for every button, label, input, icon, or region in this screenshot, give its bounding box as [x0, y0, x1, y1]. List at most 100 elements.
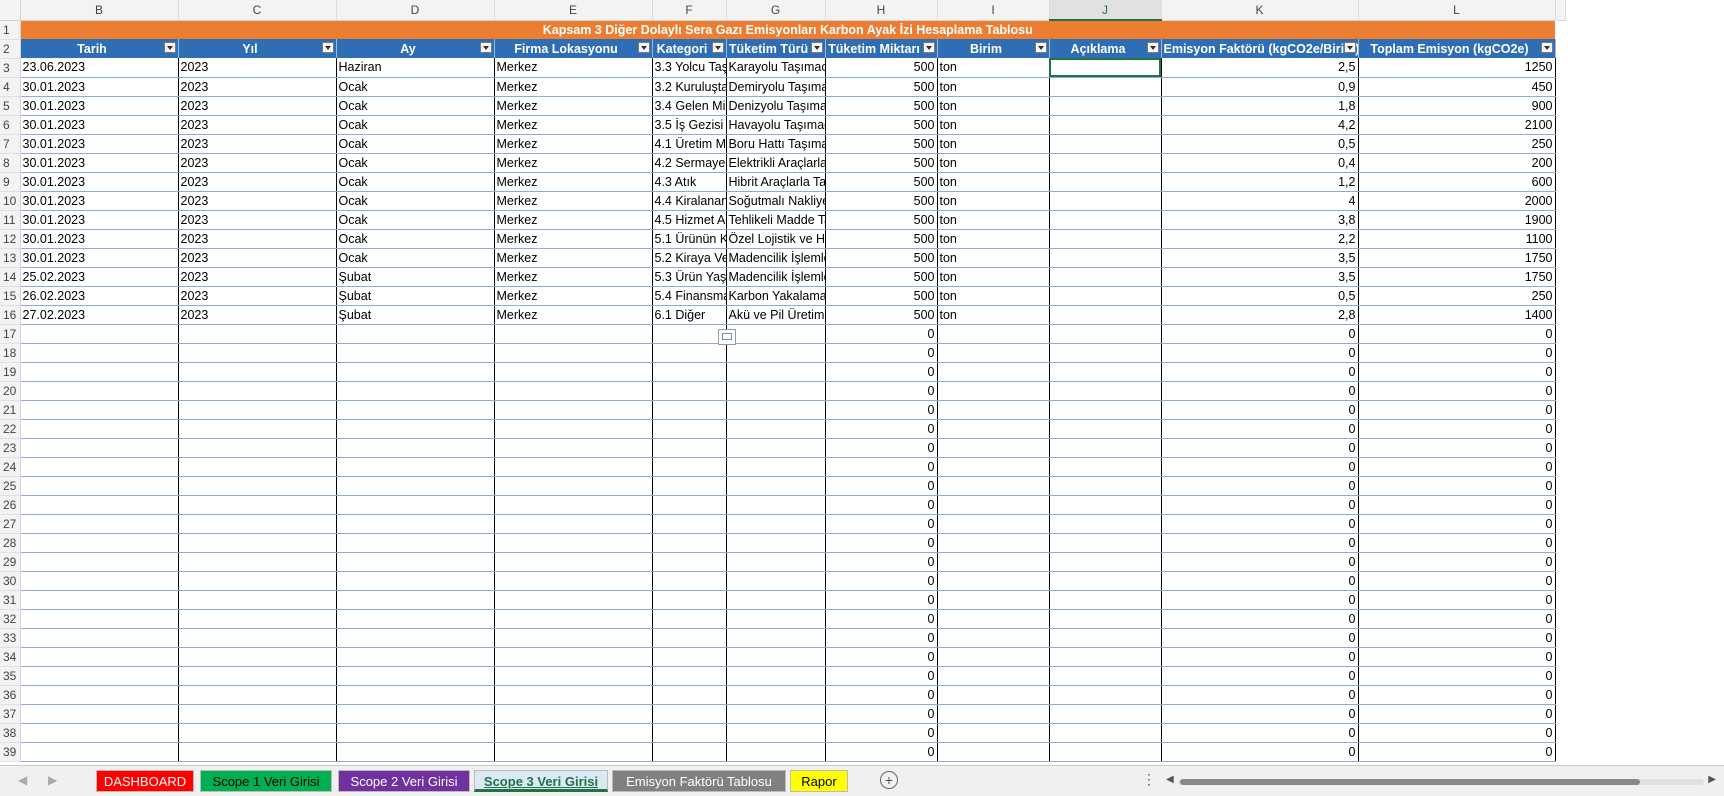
table-cell[interactable] [937, 457, 1050, 477]
table-cell[interactable] [937, 343, 1050, 363]
table-cell[interactable]: 2100 [1358, 115, 1556, 135]
table-cell[interactable]: 30.01.2023 [20, 191, 179, 211]
table-header-cell[interactable]: Açıklama [1049, 39, 1162, 58]
table-cell[interactable] [652, 609, 727, 629]
row-header[interactable]: 7 [0, 134, 21, 154]
table-cell[interactable] [494, 647, 653, 667]
table-cell[interactable]: 5.4 Finansman [652, 286, 727, 306]
table-cell[interactable] [652, 362, 727, 382]
table-cell[interactable] [937, 628, 1050, 648]
row-header[interactable]: 6 [0, 115, 21, 135]
table-cell[interactable]: 0 [1358, 647, 1556, 667]
table-cell[interactable] [336, 666, 495, 686]
table-cell[interactable] [1049, 77, 1162, 97]
row-header[interactable]: 32 [0, 609, 21, 629]
table-cell[interactable] [1049, 248, 1162, 268]
row-header[interactable]: 33 [0, 628, 21, 648]
table-cell[interactable]: 4.1 Üretim Malzemeleri [652, 134, 727, 154]
table-cell[interactable] [1049, 191, 1162, 211]
table-cell[interactable]: Ocak [336, 248, 495, 268]
table-cell[interactable]: 0 [825, 362, 938, 382]
table-cell[interactable]: 4 [1161, 191, 1359, 211]
table-cell[interactable]: 0 [1161, 381, 1359, 401]
table-cell[interactable]: 2,5 [1161, 58, 1359, 78]
table-cell[interactable] [336, 476, 495, 496]
table-cell[interactable] [494, 742, 653, 762]
ellipsis-icon[interactable]: ⋮ [1142, 771, 1156, 788]
row-header[interactable]: 19 [0, 362, 21, 382]
table-cell[interactable]: 3,8 [1161, 210, 1359, 230]
table-cell[interactable] [1049, 58, 1162, 78]
table-cell[interactable]: Tehlikeli Madde Taşımacılığı [726, 210, 826, 230]
table-cell[interactable]: 30.01.2023 [20, 134, 179, 154]
table-cell[interactable]: 0 [1161, 419, 1359, 439]
table-cell[interactable]: 1,2 [1161, 172, 1359, 192]
table-cell[interactable]: ton [937, 286, 1050, 306]
table-cell[interactable]: 0 [1358, 704, 1556, 724]
row-header[interactable]: 27 [0, 514, 21, 534]
table-cell[interactable]: 0 [825, 704, 938, 724]
table-cell[interactable]: 0 [1161, 571, 1359, 591]
table-cell[interactable]: 3,5 [1161, 248, 1359, 268]
table-cell[interactable] [494, 533, 653, 553]
sheet-tab-scope-2-veri-girisi[interactable]: Scope 2 Veri Girisi [338, 770, 470, 792]
table-cell[interactable] [726, 495, 826, 515]
table-cell[interactable] [336, 381, 495, 401]
table-cell[interactable] [178, 742, 337, 762]
table-cell[interactable]: 0 [1161, 324, 1359, 344]
table-cell[interactable] [20, 476, 179, 496]
row-header[interactable]: 16 [0, 305, 21, 325]
table-cell[interactable] [1049, 533, 1162, 553]
table-cell[interactable]: 0 [825, 457, 938, 477]
row-header[interactable]: 4 [0, 77, 21, 97]
column-header-e[interactable]: E [494, 0, 653, 21]
table-cell[interactable] [652, 704, 727, 724]
table-cell[interactable] [937, 476, 1050, 496]
table-cell[interactable]: 0 [1161, 495, 1359, 515]
table-cell[interactable]: ton [937, 229, 1050, 249]
table-cell[interactable]: 500 [825, 286, 938, 306]
table-header-cell[interactable]: Toplam Emisyon (kgCO2e) [1358, 39, 1556, 58]
table-cell[interactable] [20, 552, 179, 572]
column-header-j[interactable]: J [1049, 0, 1162, 21]
row-header[interactable]: 31 [0, 590, 21, 610]
table-cell[interactable]: 0 [1161, 533, 1359, 553]
sheet-tab-rapor[interactable]: Rapor [790, 770, 848, 792]
table-cell[interactable] [336, 362, 495, 382]
table-cell[interactable] [494, 324, 653, 344]
table-cell[interactable] [20, 533, 179, 553]
table-cell[interactable]: 500 [825, 115, 938, 135]
table-cell[interactable]: Merkez [494, 229, 653, 249]
table-cell[interactable]: 2023 [178, 153, 337, 173]
column-header-g[interactable]: G [726, 0, 826, 21]
table-cell[interactable] [20, 571, 179, 591]
table-cell[interactable]: 500 [825, 96, 938, 116]
select-all-corner[interactable] [0, 0, 21, 21]
table-cell[interactable]: 0 [1161, 552, 1359, 572]
row-header[interactable]: 9 [0, 172, 21, 192]
table-cell[interactable] [178, 495, 337, 515]
table-cell[interactable] [726, 590, 826, 610]
filter-dropdown-icon[interactable] [922, 42, 935, 53]
table-cell[interactable]: 2023 [178, 96, 337, 116]
column-header-next[interactable] [1555, 0, 1566, 21]
table-cell[interactable] [178, 590, 337, 610]
table-cell[interactable]: 2023 [178, 305, 337, 325]
table-cell[interactable]: 0 [1161, 704, 1359, 724]
table-cell[interactable]: 0 [825, 381, 938, 401]
table-cell[interactable]: Merkez [494, 305, 653, 325]
horizontal-scrollbar[interactable]: ◀ ▶ [1166, 774, 1716, 788]
table-cell[interactable] [1049, 647, 1162, 667]
table-cell[interactable] [494, 571, 653, 591]
table-cell[interactable]: 2023 [178, 172, 337, 192]
table-cell[interactable] [494, 400, 653, 420]
table-cell[interactable] [726, 571, 826, 591]
table-cell[interactable]: 500 [825, 58, 938, 78]
table-cell[interactable] [937, 685, 1050, 705]
row-header[interactable]: 28 [0, 533, 21, 553]
table-cell[interactable] [937, 647, 1050, 667]
table-cell[interactable] [726, 552, 826, 572]
column-header-h[interactable]: H [825, 0, 938, 21]
table-cell[interactable]: 0 [1358, 400, 1556, 420]
table-cell[interactable]: 2023 [178, 248, 337, 268]
